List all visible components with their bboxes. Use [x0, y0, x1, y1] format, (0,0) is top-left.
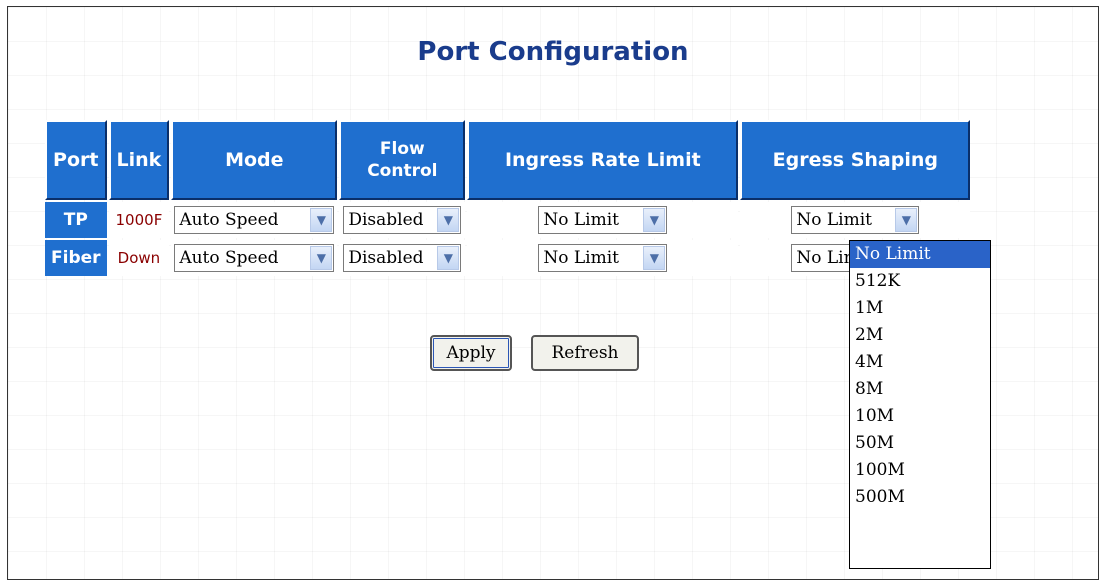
header-link: Link [108, 120, 170, 200]
port-cell: Fiber [45, 240, 107, 276]
ingress-select[interactable]: No Limit ▼ [538, 206, 668, 234]
dropdown-option-500m[interactable]: 500M [850, 484, 990, 511]
link-status-cell: 1000F [108, 202, 170, 238]
dropdown-option-no-limit[interactable]: No Limit [850, 241, 990, 268]
port-cell: TP [45, 202, 107, 238]
flow-control-select[interactable]: Disabled ▼ [343, 206, 462, 234]
egress-select[interactable]: No Limit ▼ [791, 206, 920, 234]
page-title: Port Configuration [417, 37, 689, 67]
header-port: Port [45, 120, 107, 200]
ingress-value: No Limit [543, 210, 619, 230]
flow-control-value: Disabled [348, 248, 424, 268]
egress-cell: No Limit ▼ [740, 202, 971, 238]
dropdown-option-50m[interactable]: 50M [850, 430, 990, 457]
ingress-select[interactable]: No Limit ▼ [538, 244, 668, 272]
header-egress: Egress Shaping [740, 120, 971, 200]
table-row: TP 1000F Auto Speed ▼ Disabled ▼ No Limi… [45, 202, 971, 238]
header-row: Port Link Mode Flow Control Ingress Rate… [45, 120, 971, 200]
chevron-down-icon[interactable]: ▼ [643, 208, 666, 232]
header-flow-control: Flow Control [339, 120, 466, 200]
flow-control-select[interactable]: Disabled ▼ [343, 244, 462, 272]
mode-cell: Auto Speed ▼ [171, 202, 338, 238]
dropdown-option-512k[interactable]: 512K [850, 268, 990, 295]
header-ingress: Ingress Rate Limit [467, 120, 739, 200]
dropdown-option-100m[interactable]: 100M [850, 457, 990, 484]
dropdown-option-10m[interactable]: 10M [850, 403, 990, 430]
ingress-cell: No Limit ▼ [467, 240, 739, 276]
chevron-down-icon[interactable]: ▼ [310, 208, 333, 232]
table-row: Fiber Down Auto Speed ▼ Disabled ▼ No Li… [45, 240, 971, 276]
dropdown-option-4m[interactable]: 4M [850, 349, 990, 376]
mode-value: Auto Speed [179, 248, 279, 268]
flow-control-value: Disabled [348, 210, 424, 230]
dropdown-option-2m[interactable]: 2M [850, 322, 990, 349]
flow-control-cell: Disabled ▼ [339, 202, 466, 238]
flow-control-cell: Disabled ▼ [339, 240, 466, 276]
header-flow-line1: Flow [379, 139, 425, 159]
chevron-down-icon[interactable]: ▼ [310, 246, 333, 270]
mode-select[interactable]: Auto Speed ▼ [174, 244, 335, 272]
dropdown-option-8m[interactable]: 8M [850, 376, 990, 403]
header-mode: Mode [171, 120, 338, 200]
link-status-cell: Down [108, 240, 170, 276]
refresh-button[interactable]: Refresh [531, 335, 639, 371]
ingress-cell: No Limit ▼ [467, 202, 739, 238]
egress-dropdown-list[interactable]: No Limit 512K 1M 2M 4M 8M 10M 50M 100M 5… [849, 240, 991, 569]
mode-cell: Auto Speed ▼ [171, 240, 338, 276]
chevron-down-icon[interactable]: ▼ [437, 208, 460, 232]
mode-select[interactable]: Auto Speed ▼ [174, 206, 335, 234]
header-flow-line2: Control [367, 161, 438, 181]
port-config-table: Port Link Mode Flow Control Ingress Rate… [43, 118, 972, 278]
chevron-down-icon[interactable]: ▼ [437, 246, 460, 270]
ingress-value: No Limit [543, 248, 619, 268]
egress-value: No Limit [796, 210, 872, 230]
chevron-down-icon[interactable]: ▼ [643, 246, 666, 270]
apply-button[interactable]: Apply [430, 335, 512, 371]
dropdown-option-1m[interactable]: 1M [850, 295, 990, 322]
chevron-down-icon[interactable]: ▼ [895, 208, 918, 232]
mode-value: Auto Speed [179, 210, 279, 230]
